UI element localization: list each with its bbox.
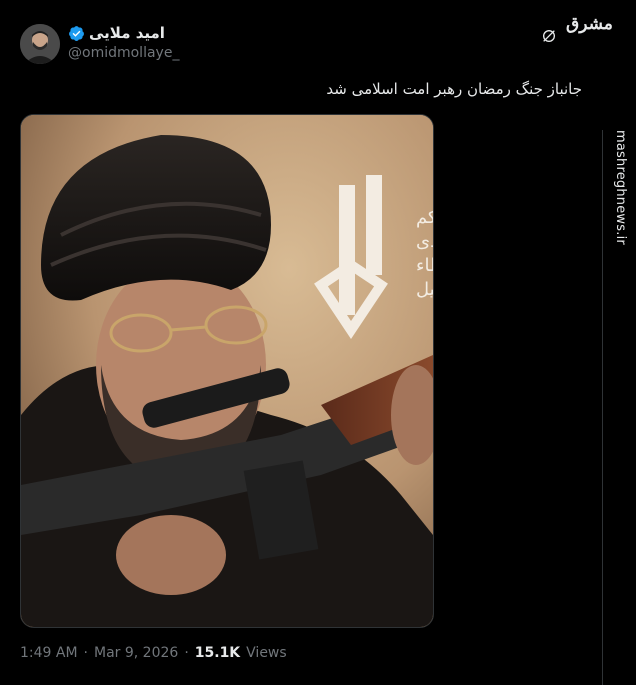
author-display-name[interactable]: امید ملایی <box>89 24 165 42</box>
poster-calligraphy-line-3: اعطاء <box>416 255 433 276</box>
tweet-meta: 1:49 AM · Mar 9, 2026 · 15.1K Views <box>20 645 287 661</box>
tweet-time[interactable]: 1:49 AM <box>20 645 78 661</box>
avatar[interactable] <box>20 24 60 64</box>
watermark-strip <box>602 0 636 685</box>
tweet-text: جانباز جنگ رمضان رهبر امت اسلامی شد <box>326 80 582 98</box>
meta-separator-2: · <box>184 645 189 661</box>
watermark-logo: مشرق <box>566 14 613 34</box>
poster-calligraphy-line-4: الذلیل <box>416 279 433 300</box>
tweet-card: امید ملایی @omidmollaye_ جانباز جنگ رمضا… <box>0 0 602 685</box>
meta-separator: · <box>83 645 88 661</box>
tweet-date[interactable]: Mar 9, 2026 <box>94 645 178 661</box>
author-name-row[interactable]: امید ملایی <box>68 24 165 42</box>
poster-calligraphy-line-1: اعطیکم <box>416 207 433 228</box>
poster-calligraphy-line-2: بیدی <box>416 231 433 252</box>
poster-image: اعطیکم بیدی اعطاء الذلیل <box>21 115 433 627</box>
grok-icon[interactable] <box>541 28 557 44</box>
tweet-media-image[interactable]: اعطیکم بیدی اعطاء الذلیل <box>20 114 434 628</box>
verified-badge-icon <box>69 25 84 41</box>
avatar-image <box>20 24 60 64</box>
divider <box>602 130 603 685</box>
watermark-url: mashreghnews.ir <box>613 130 628 245</box>
views-count: 15.1K <box>194 645 241 661</box>
views-label: Views <box>246 645 287 661</box>
author-handle[interactable]: @omidmollaye_ <box>68 45 179 61</box>
